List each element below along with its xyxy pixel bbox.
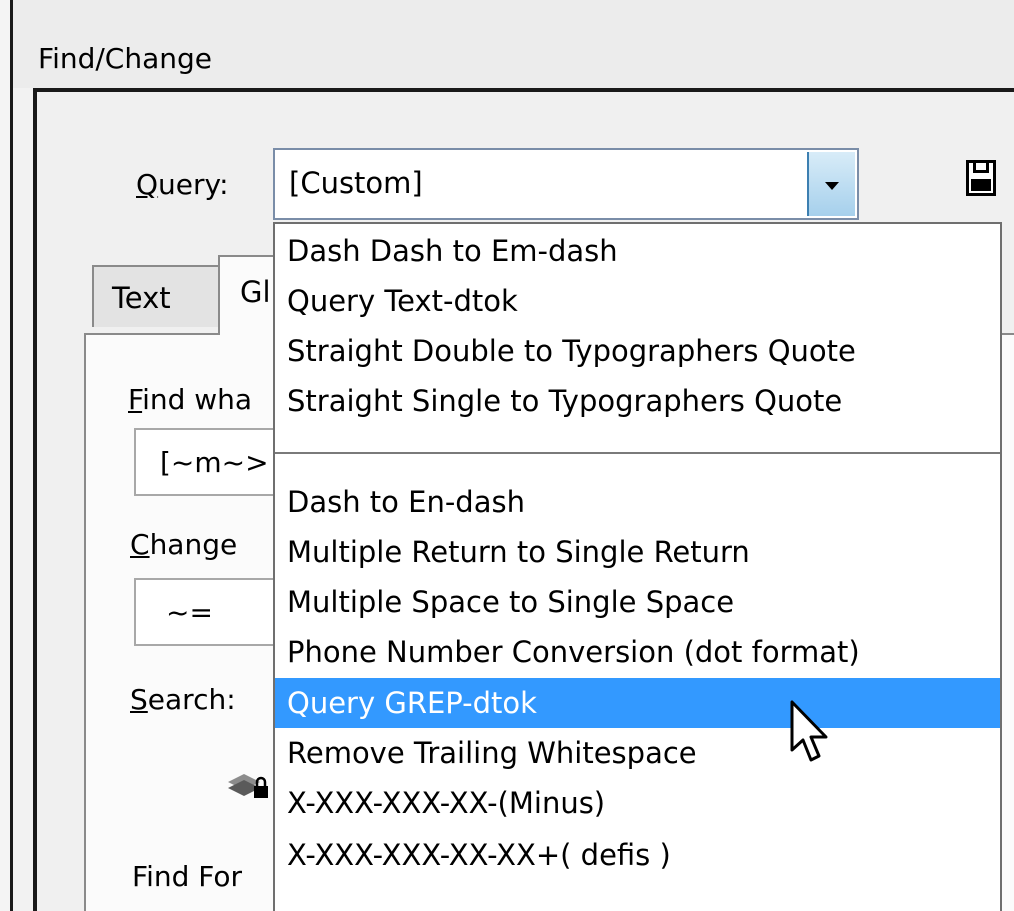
find-what-field[interactable]: [~m~> — [134, 428, 294, 496]
query-label-rest: uery: — [158, 168, 229, 201]
change-to-accelerator: C — [130, 528, 150, 561]
find-format-label: Find For — [132, 860, 243, 893]
menu-item[interactable]: Phone Number Conversion (dot format) — [275, 627, 1000, 677]
tab-text[interactable]: Text — [92, 265, 220, 327]
search-accelerator: S — [130, 683, 148, 716]
floppy-disk-icon[interactable] — [966, 160, 996, 196]
menu-item[interactable]: Multiple Return to Single Return — [275, 527, 1000, 577]
chevron-down-icon — [825, 182, 839, 190]
query-value: [Custom] — [289, 166, 423, 200]
change-to-label-rest: hange — [149, 528, 238, 561]
tab-grep-label: Gl — [240, 275, 271, 309]
menu-item[interactable]: X-XXX-XXX-XX-(Minus) — [275, 778, 1000, 828]
query-dropdown-button[interactable] — [807, 152, 855, 216]
query-combobox[interactable]: [Custom] — [273, 148, 859, 220]
menu-item[interactable]: Remove Trailing Whitespace — [275, 728, 1000, 778]
tab-text-label: Text — [112, 281, 171, 315]
search-label: Search: — [130, 683, 236, 716]
menu-item[interactable]: X-XXX-XXX-XX-XX+( defis ) — [275, 830, 1000, 880]
search-label-rest: earch: — [147, 683, 236, 716]
change-to-field[interactable]: ~= — [134, 578, 294, 646]
menu-item[interactable]: Multiple Space to Single Space — [275, 577, 1000, 627]
menu-separator — [275, 452, 1000, 454]
menu-item[interactable]: Dash to En-dash — [275, 477, 1000, 527]
find-what-accelerator: F — [128, 383, 143, 416]
menu-item[interactable]: Dash Dash to Em-dash — [275, 226, 1000, 276]
find-what-label-rest: ind wha — [142, 383, 253, 416]
change-to-value: ~= — [166, 596, 213, 629]
window-left-edge — [0, 0, 10, 911]
menu-item[interactable]: Query Text-dtok — [275, 276, 1000, 326]
menu-item[interactable]: Straight Double to Typographers Quote — [275, 326, 1000, 376]
mouse-cursor-icon — [790, 700, 828, 762]
change-to-label: Change — [130, 528, 237, 561]
query-label-accelerator: Q — [136, 168, 159, 201]
query-dropdown-list: Dash Dash to Em-dash Query Text-dtok Str… — [273, 222, 1002, 911]
window-left-border — [10, 0, 13, 911]
find-what-label: Find wha — [128, 383, 252, 416]
locked-layers-icon[interactable] — [226, 768, 270, 802]
query-label: Query: — [136, 168, 229, 201]
dialog-title: Find/Change — [38, 42, 213, 75]
menu-item-selected[interactable]: Query GREP-dtok — [275, 678, 1000, 728]
menu-item[interactable]: Straight Single to Typographers Quote — [275, 376, 1000, 426]
find-what-value: [~m~> — [160, 446, 269, 479]
